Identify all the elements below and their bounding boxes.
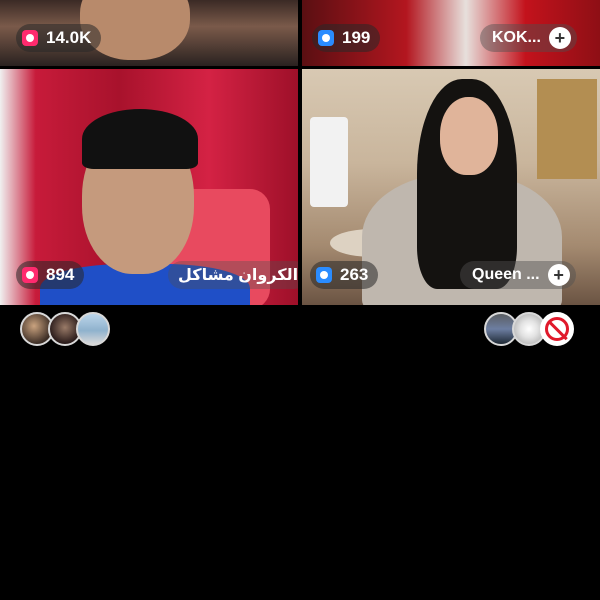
viewer-count: 14.0K <box>46 28 92 47</box>
viewer-count-badge: 894 <box>16 261 85 289</box>
prohibited-icon[interactable] <box>540 312 574 346</box>
live-viewers-icon <box>318 30 334 46</box>
multi-guest-live-grid: 14.0K 199 KOK... + 894 الكروان مشاكل 263… <box>0 0 600 305</box>
no-entry-icon <box>545 317 569 341</box>
viewer-count-badge: 263 <box>310 261 379 289</box>
guest-video-face <box>440 97 498 175</box>
live-viewers-icon <box>22 30 38 46</box>
viewer-count-badge: 14.0K <box>16 24 102 52</box>
viewer-count: 199 <box>342 28 371 47</box>
guest-name: KOK... <box>492 29 541 46</box>
live-viewers-icon <box>22 267 38 283</box>
viewer-count: 894 <box>46 265 75 284</box>
live-viewers-icon <box>316 267 332 283</box>
guest-tile-top-left[interactable]: 14.0K <box>0 0 298 66</box>
guest-tile-top-right[interactable]: 199 KOK... + <box>302 0 600 66</box>
viewer-count-badge: 199 <box>312 24 381 52</box>
guest-name: الكروان مشاكل <box>178 267 298 284</box>
guest-name: Queen ... <box>472 266 540 283</box>
guest-name-tag[interactable]: Queen ... + <box>460 261 576 289</box>
left-viewer-avatars[interactable] <box>20 312 110 346</box>
guest-name-tag[interactable]: KOK... + <box>480 24 577 52</box>
plus-icon[interactable]: + <box>547 264 570 286</box>
air-conditioner <box>310 117 348 207</box>
guest-cap <box>82 109 198 169</box>
plus-icon[interactable]: + <box>548 27 571 49</box>
viewer-count: 263 <box>340 265 369 284</box>
guest-tile-bottom-right[interactable]: 263 Queen ... + <box>302 69 600 305</box>
guest-name-tag[interactable]: الكروان مشاكل <box>168 261 298 289</box>
right-viewer-avatars[interactable] <box>484 312 574 346</box>
guest-tile-bottom-left[interactable]: 894 الكروان مشاكل <box>0 69 298 305</box>
shelf <box>537 79 597 179</box>
avatar[interactable] <box>76 312 110 346</box>
